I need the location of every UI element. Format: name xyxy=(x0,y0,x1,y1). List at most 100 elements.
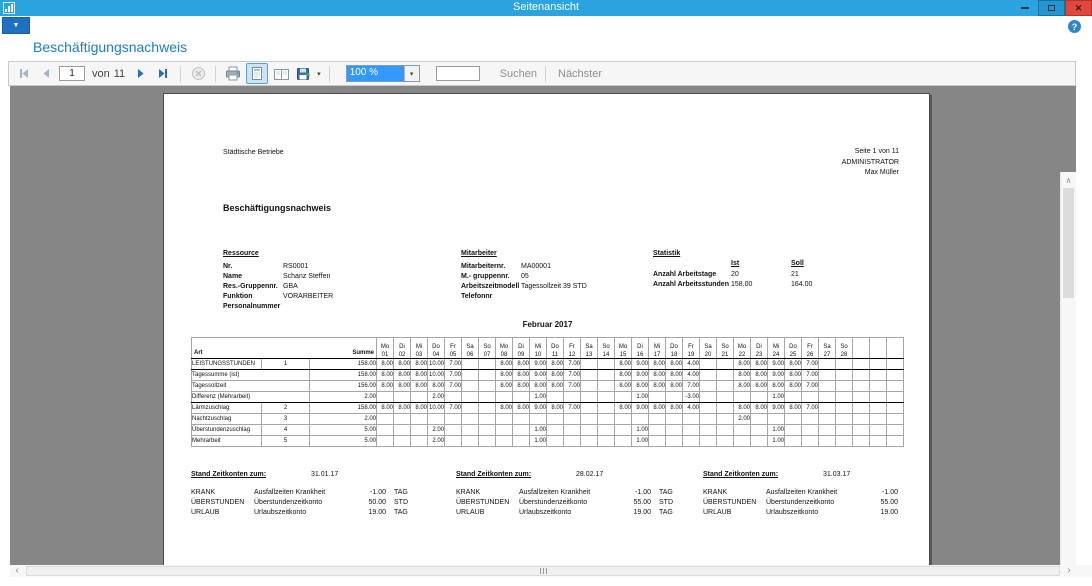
day-value-cell: 1.00 xyxy=(768,425,785,436)
day-value-cell xyxy=(700,359,717,370)
minimize-icon xyxy=(1021,7,1029,9)
day-value-cell: 8.00 xyxy=(615,381,632,392)
print-layout-toggle[interactable] xyxy=(246,63,268,84)
day-value-cell xyxy=(819,370,836,381)
find-button[interactable]: Suchen xyxy=(500,68,537,80)
previous-page-button[interactable] xyxy=(37,65,55,83)
day-header: Sa20 xyxy=(700,338,717,359)
maximize-button[interactable] xyxy=(1038,0,1065,16)
last-page-button[interactable] xyxy=(154,65,172,83)
find-next-button[interactable]: Nächster xyxy=(558,68,602,80)
horizontal-scrollbar[interactable]: ‹ › xyxy=(10,565,1076,577)
scroll-right-icon[interactable]: › xyxy=(1062,565,1076,577)
day-value-cell xyxy=(836,436,853,447)
export-button[interactable] xyxy=(294,65,312,83)
day-value-cell xyxy=(836,370,853,381)
day-value-cell: 1.00 xyxy=(530,425,547,436)
day-number: 13 xyxy=(581,350,597,358)
day-value-cell: 8.00 xyxy=(649,370,666,381)
empty-day-cell xyxy=(887,436,904,447)
horizontal-scroll-thumb[interactable] xyxy=(26,566,1060,576)
day-value-cell: 8.00 xyxy=(411,403,428,414)
art-cell: Mehrarbeit xyxy=(192,436,262,447)
day-value-cell: 9.00 xyxy=(632,403,649,414)
day-number: 04 xyxy=(428,350,444,358)
first-page-button[interactable] xyxy=(15,65,33,83)
help-icon: ? xyxy=(1072,22,1078,32)
zoom-dropdown-button[interactable]: ▾ xyxy=(404,66,419,81)
day-value-cell xyxy=(836,414,853,425)
day-value-cell xyxy=(666,414,683,425)
empty-day-header xyxy=(887,338,904,359)
field-value: 05 xyxy=(521,273,529,280)
day-value-cell: 9.00 xyxy=(530,370,547,381)
day-value-cell: 1.00 xyxy=(632,392,649,403)
day-value-cell xyxy=(445,425,462,436)
export-dropdown-caret[interactable]: ▾ xyxy=(317,70,321,78)
field-label: Telefonnr xyxy=(461,293,492,300)
zoom-select[interactable]: 100 % ▾ xyxy=(346,65,420,82)
empty-day-cell xyxy=(887,359,904,370)
weekday-label: Do xyxy=(428,342,444,350)
day-value-cell: 1.00 xyxy=(768,436,785,447)
scroll-left-icon[interactable]: ‹ xyxy=(10,565,24,577)
cancel-rendering-icon xyxy=(191,66,206,81)
day-number: 14 xyxy=(598,350,614,358)
day-value-cell xyxy=(836,359,853,370)
scroll-up-icon[interactable]: ∧ xyxy=(1061,173,1076,187)
weekday-label: Mi xyxy=(411,342,427,350)
vertical-scrollbar[interactable]: ∧ ∨ xyxy=(1060,172,1076,565)
help-button[interactable]: ? xyxy=(1068,20,1081,33)
day-value-cell: 8.00 xyxy=(649,403,666,414)
day-number: 09 xyxy=(513,350,529,358)
art-cell: LEISTUNGSSTUNDEN xyxy=(192,359,262,370)
day-value-cell xyxy=(496,414,513,425)
day-value-cell xyxy=(632,414,649,425)
day-value-cell xyxy=(598,414,615,425)
day-number: 08 xyxy=(496,350,512,358)
art-number-cell: 5 xyxy=(262,436,310,447)
day-value-cell xyxy=(785,436,802,447)
day-value-cell: 8.00 xyxy=(530,381,547,392)
empty-day-cell xyxy=(870,392,887,403)
page-number-input[interactable] xyxy=(59,66,85,81)
field-label: Name xyxy=(223,273,242,280)
account-description: Urlaubszeitkonto xyxy=(519,509,571,516)
cancel-rendering-button[interactable] xyxy=(189,65,207,83)
day-value-cell xyxy=(462,381,479,392)
day-value-cell: 1.00 xyxy=(530,392,547,403)
print-button[interactable] xyxy=(224,65,242,83)
stat-ist-value: 20 xyxy=(731,271,739,278)
weekday-label: Di xyxy=(632,342,648,350)
day-value-cell xyxy=(666,392,683,403)
day-value-cell: 7.00 xyxy=(445,359,462,370)
day-value-cell: 4.00 xyxy=(683,359,700,370)
menu-dropdown-button[interactable]: ▼ xyxy=(2,17,30,34)
day-number: 28 xyxy=(836,350,852,358)
weekday-label: Mo xyxy=(496,342,512,350)
art-cell: Tagessumme (ist) xyxy=(192,370,310,381)
page-setup-icon xyxy=(273,67,290,81)
day-value-cell xyxy=(479,425,496,436)
next-page-button[interactable] xyxy=(132,65,150,83)
page-setup-button[interactable] xyxy=(272,65,290,83)
day-value-cell: 4.00 xyxy=(683,403,700,414)
weekday-label: So xyxy=(479,342,495,350)
search-input[interactable] xyxy=(436,66,480,81)
empty-day-cell xyxy=(853,381,870,392)
day-value-cell: 8.00 xyxy=(734,359,751,370)
day-number: 02 xyxy=(394,350,410,358)
vertical-scroll-thumb[interactable] xyxy=(1063,188,1074,298)
zeitkonten-row: ÜBERSTUNDENÜberstundenzeitkonto55.00 xyxy=(703,499,948,508)
zeitkonten-heading: Stand Zeitkonten zum: xyxy=(191,471,266,478)
day-value-cell xyxy=(581,403,598,414)
day-number: 05 xyxy=(445,350,461,358)
day-value-cell xyxy=(564,425,581,436)
day-value-cell: 1.00 xyxy=(530,436,547,447)
close-button[interactable]: ✕ xyxy=(1065,0,1092,16)
account-description: Urlaubszeitkonto xyxy=(766,509,818,516)
day-header: So07 xyxy=(479,338,496,359)
day-value-cell: 2.00 xyxy=(428,392,445,403)
minimize-button[interactable] xyxy=(1011,0,1038,16)
day-value-cell: 8.00 xyxy=(411,359,428,370)
